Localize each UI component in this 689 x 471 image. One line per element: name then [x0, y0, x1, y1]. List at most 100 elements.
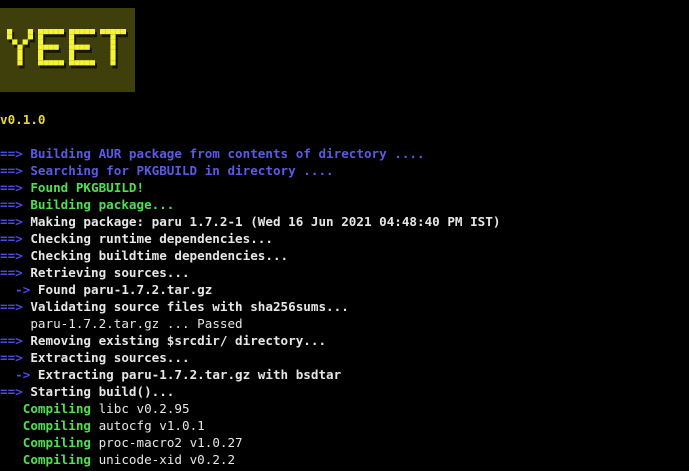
logo-pixel — [48, 29, 54, 35]
logo-pixel — [38, 44, 44, 50]
log-indent — [0, 316, 30, 331]
logo-pixel — [110, 60, 116, 66]
log-arrow: ==> — [0, 163, 23, 178]
logo-pixel — [84, 60, 90, 66]
log-line: Compiling proc-macro2 v1.0.27 — [0, 434, 500, 451]
log-arrow: -> — [15, 367, 31, 382]
log-message: Extracting sources... — [22, 350, 190, 365]
logo-pixel — [17, 60, 23, 66]
log-message: Found PKGBUILD! — [22, 180, 145, 195]
logo-pixel — [79, 60, 85, 66]
log-message: proc-macro2 v1.0.27 — [91, 435, 243, 450]
logo-pixel — [110, 44, 116, 50]
logo-pixel — [100, 29, 106, 35]
log-line: ==> Searching for PKGBUILD in directory … — [0, 162, 500, 179]
terminal-window[interactable]: v0.1.0 ==> Building AUR package from con… — [0, 0, 689, 471]
logo-pixel — [89, 60, 95, 66]
logo-pixel — [69, 29, 75, 35]
logo-pixel — [58, 60, 64, 66]
log-message: Building package... — [22, 197, 175, 212]
log-arrow: ==> — [0, 248, 23, 263]
log-arrow: ==> — [0, 333, 23, 348]
compiling-label: Compiling — [22, 452, 91, 467]
logo-pixel — [120, 29, 126, 35]
log-indent — [0, 418, 23, 433]
logo-pixel — [27, 29, 33, 35]
logo-pixel — [74, 60, 80, 66]
log-message: Checking buildtime dependencies... — [22, 248, 289, 263]
logo-pixel — [38, 60, 44, 66]
log-message: Checking runtime dependencies... — [22, 231, 273, 246]
logo-pixel — [27, 34, 33, 40]
log-line: ==> Checking runtime dependencies... — [0, 230, 500, 247]
log-indent — [0, 282, 15, 297]
logo-pixel — [69, 44, 75, 50]
logo-pixel — [84, 29, 90, 35]
logo-pixel — [22, 39, 28, 45]
log-line: -> Found paru-1.7.2.tar.gz — [0, 281, 500, 298]
logo-pixel — [79, 44, 85, 50]
log-line: paru-1.7.2.tar.gz ... Passed — [0, 315, 500, 332]
log-message: Removing existing $srcdir/ directory... — [22, 333, 327, 348]
compiling-label: Compiling — [22, 435, 91, 450]
log-arrow: ==> — [0, 197, 23, 212]
yeet-logo-art — [0, 8, 135, 92]
compiling-label: Compiling — [22, 401, 91, 416]
logo-pixel — [69, 55, 75, 61]
log-indent — [0, 452, 23, 467]
logo-pixel — [53, 44, 59, 50]
log-indent — [0, 435, 23, 450]
logo-pixel — [69, 49, 75, 55]
log-arrow: ==> — [0, 180, 23, 195]
yeet-logo — [0, 8, 135, 92]
logo-pixel — [7, 29, 13, 35]
logo-pixel — [74, 44, 80, 50]
logo-pixel — [38, 29, 44, 35]
logo-pixel — [17, 44, 23, 50]
log-line: ==> Building AUR package from contents o… — [0, 145, 500, 162]
logo-pixel — [38, 49, 44, 55]
logo-pixel — [38, 55, 44, 61]
log-line: ==> Making package: paru 1.7.2-1 (Wed 16… — [0, 213, 500, 230]
log-arrow: ==> — [0, 384, 23, 399]
log-message: Starting build()... — [22, 384, 175, 399]
logo-pixel — [53, 29, 59, 35]
log-indent — [0, 401, 23, 416]
logo-pixel — [110, 29, 116, 35]
log-line: ==> Checking buildtime dependencies... — [0, 247, 500, 264]
logo-pixel — [17, 55, 23, 61]
logo-pixel — [110, 34, 116, 40]
compiling-label: Compiling — [22, 418, 91, 433]
log-message: Searching for PKGBUILD in directory .... — [22, 163, 334, 178]
logo-pixel — [69, 39, 75, 45]
log-arrow: ==> — [0, 350, 23, 365]
log-message: Building AUR package from contents of di… — [22, 146, 425, 161]
log-message: autocfg v1.0.1 — [91, 418, 205, 433]
log-message: paru-1.7.2.tar.gz ... Passed — [30, 316, 243, 331]
logo-pixel — [17, 49, 23, 55]
logo-pixel — [69, 60, 75, 66]
logo-pixel — [115, 29, 121, 35]
logo-pixel — [43, 60, 49, 66]
log-line: ==> Found PKGBUILD! — [0, 179, 500, 196]
log-line: ==> Starting build()... — [0, 383, 500, 400]
log-message: Validating source files with sha256sums.… — [22, 299, 349, 314]
logo-pixel — [38, 39, 44, 45]
logo-pixel — [53, 60, 59, 66]
logo-pixel — [48, 60, 54, 66]
logo-pixel — [110, 55, 116, 61]
log-message: Extracting paru-1.7.2.tar.gz with bsdtar — [30, 367, 342, 382]
logo-pixel — [69, 34, 75, 40]
log-arrow: ==> — [0, 299, 23, 314]
log-indent — [0, 367, 15, 382]
logo-pixel — [43, 44, 49, 50]
log-line: ==> Extracting sources... — [0, 349, 500, 366]
log-line: Compiling unicode-xid v0.2.2 — [0, 451, 500, 468]
logo-pixel — [7, 34, 13, 40]
log-message: libc v0.2.95 — [91, 401, 190, 416]
logo-pixel — [105, 29, 111, 35]
log-message: Found paru-1.7.2.tar.gz — [30, 282, 213, 297]
log-message: Making package: paru 1.7.2-1 (Wed 16 Jun… — [22, 214, 501, 229]
logo-pixel — [38, 34, 44, 40]
log-message: Retrieving sources... — [22, 265, 190, 280]
